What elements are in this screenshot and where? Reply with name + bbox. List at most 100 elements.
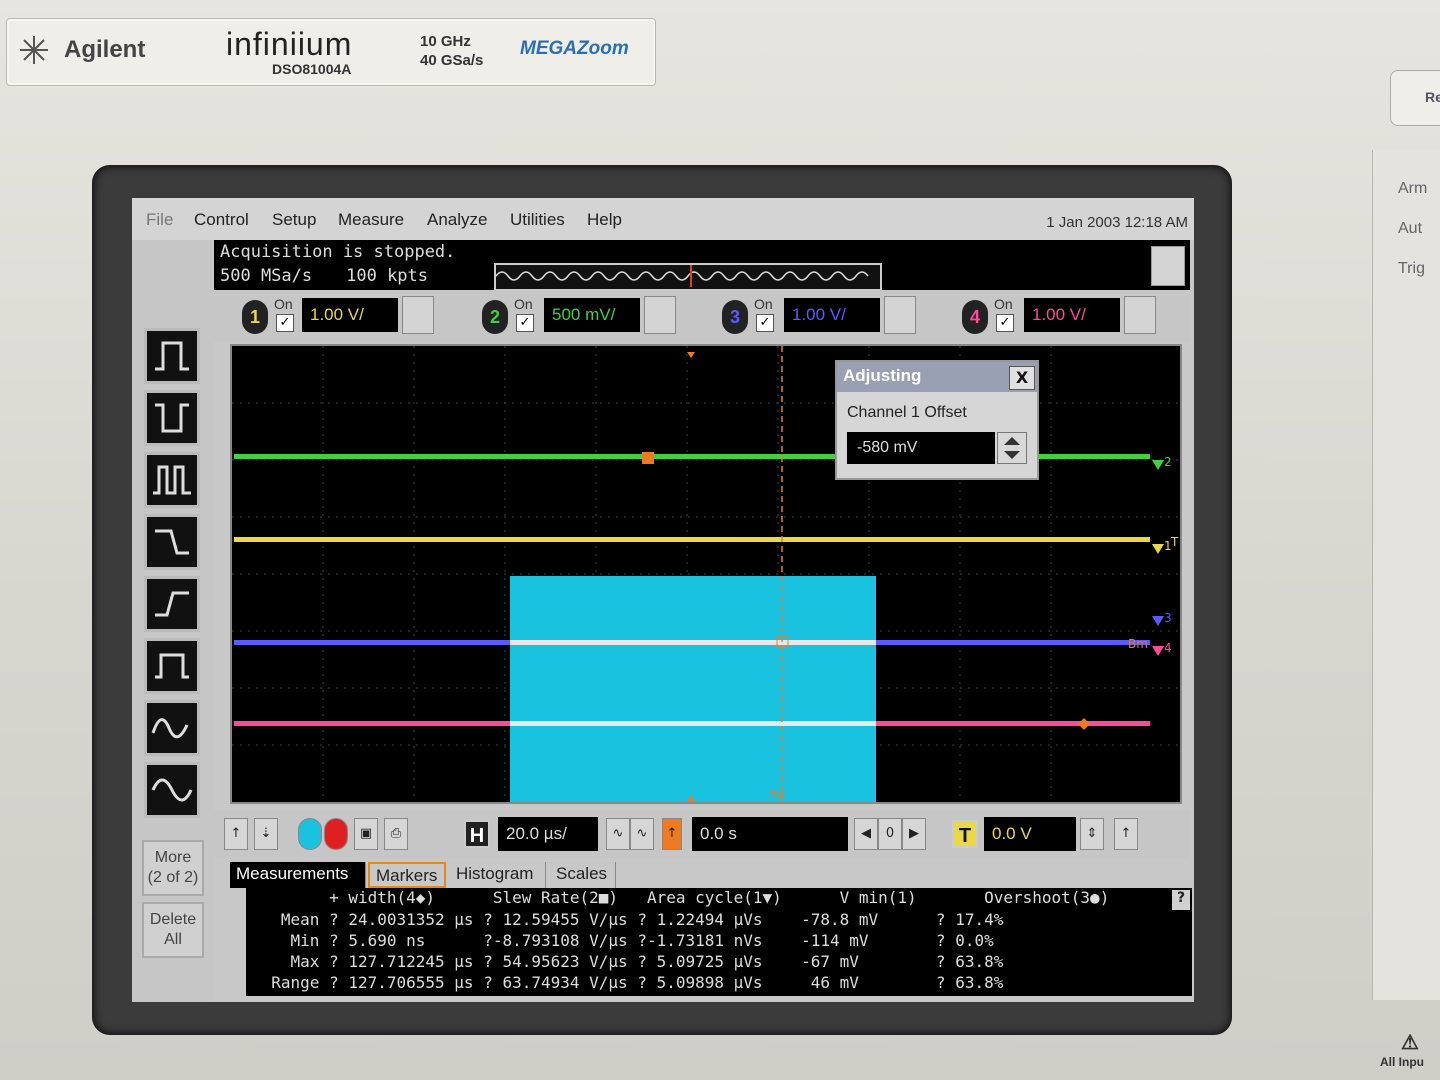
more-button[interactable]: More (2 of 2) [142, 840, 204, 896]
zoom-icon[interactable]: ⇣ [254, 818, 278, 850]
measurement-row-range: Range ? 127.706555 µs ? 63.74934 V/µs ? … [252, 973, 1004, 992]
period-icon[interactable] [144, 452, 200, 508]
position-right-icon[interactable]: ▶ [902, 818, 926, 850]
channel-2-ground-label: 2 [1164, 455, 1172, 469]
marker-bx-label: Bx [770, 787, 785, 801]
channel-3-trace-burst [510, 640, 876, 645]
more-label: More [154, 849, 192, 866]
measurement-help-button[interactable]: ? [1172, 890, 1190, 910]
channel-1-ground-icon[interactable] [1152, 544, 1164, 554]
minimize-button[interactable] [1151, 246, 1185, 286]
channel-1-adjust[interactable] [402, 296, 434, 334]
trigger-position-top-icon [687, 352, 695, 358]
delete-all-button[interactable]: Delete All [142, 902, 204, 958]
agilent-spark-icon [20, 36, 48, 64]
position-zero-button[interactable]: 0 [878, 818, 902, 850]
menu-analyze[interactable]: Analyze [427, 210, 487, 230]
measurement-tabs: Measurements Markers Histogram Scales [230, 862, 1190, 888]
channel-4-adjust[interactable] [1124, 296, 1156, 334]
channel-3-scale[interactable]: 1.00 V/ [784, 298, 880, 332]
channel-1-badge[interactable]: 1 [242, 300, 268, 334]
timebase-down-icon[interactable]: ∿ [606, 818, 630, 850]
waveform-overview[interactable] [494, 263, 882, 291]
channel-2-badge[interactable]: 2 [482, 300, 508, 334]
fall-time-icon[interactable] [144, 514, 200, 570]
warning-icon: ⚠ [1401, 1032, 1419, 1054]
channel-2-ground-icon[interactable] [1152, 460, 1164, 470]
trigger-level-field[interactable]: 0.0 V [984, 817, 1076, 851]
channel-4-badge[interactable]: 4 [962, 300, 988, 334]
channel-4-checkbox[interactable]: ✓ [996, 314, 1014, 332]
channel-4-trace-burst [510, 721, 876, 726]
amplitude-icon[interactable] [144, 638, 200, 694]
measurement-header: + width(4◆) Slew Rate(2■) Area cycle(1▼)… [252, 888, 1110, 907]
tab-measurements[interactable]: Measurements [230, 862, 366, 888]
channel-1-scale[interactable]: 1.00 V/ [302, 298, 398, 332]
tab-histogram[interactable]: Histogram [450, 862, 546, 888]
adjusting-dialog: Adjusting X Channel 1 Offset -580 mV [835, 360, 1039, 480]
channel-3-on-label: On [754, 296, 773, 312]
channel-3-ground-icon[interactable] [1152, 616, 1164, 626]
tab-scales[interactable]: Scales [550, 862, 616, 888]
stop-icon[interactable] [324, 818, 348, 850]
sine-icon[interactable] [144, 762, 200, 818]
trigger-icon[interactable]: T [952, 820, 978, 848]
run-icon[interactable] [298, 818, 322, 850]
timebase-field[interactable]: 20.0 µs/ [498, 817, 598, 851]
channel-4-ground-icon[interactable] [1152, 646, 1164, 656]
scroll-up-icon[interactable]: ↑ [224, 818, 248, 850]
channel-3-trace-right [876, 640, 1150, 645]
dialog-close-button[interactable]: X [1009, 366, 1035, 390]
menu-setup[interactable]: Setup [272, 210, 316, 230]
pulse-width-negative-icon[interactable] [144, 390, 200, 446]
channel-4-trace-right [876, 721, 1150, 726]
channel-3-adjust[interactable] [884, 296, 916, 334]
measurement-scrollbar[interactable] [222, 888, 246, 996]
channel-1-number: 1 [249, 307, 260, 327]
channel-2-scale[interactable]: 500 mV/ [544, 298, 640, 332]
scope-display: File Control Setup Measure Analyze Utili… [132, 198, 1194, 1002]
pulse-width-positive-icon[interactable] [144, 328, 200, 384]
scroll-top-icon[interactable]: ↑ [1114, 818, 1138, 850]
offset-spinner[interactable] [997, 432, 1027, 464]
measurement-row-min: Min ? 5.690 ns ?-8.793108 V/µs ?-1.73181… [252, 931, 994, 950]
menu-utilities[interactable]: Utilities [510, 210, 565, 230]
channel-4-ground-label: 4 [1164, 641, 1172, 655]
rise-time-icon[interactable] [144, 576, 200, 632]
print-icon[interactable]: ⎙ [384, 818, 408, 850]
offset-value-field[interactable]: -580 mV [847, 432, 995, 464]
channel-3-trace-left [234, 640, 510, 645]
channel-2-number: 2 [489, 307, 500, 327]
brand-spec: 10 GHz 40 GSa/s [420, 32, 483, 70]
channel-2-adjust[interactable] [644, 296, 676, 334]
channel-4-trace-left [234, 721, 510, 726]
horizontal-icon[interactable]: H [464, 820, 490, 848]
menu-file[interactable]: File [146, 210, 173, 230]
trigger-origin-icon[interactable]: ↑ [662, 818, 682, 850]
menu-control[interactable]: Control [194, 210, 249, 230]
side-hardware-button[interactable]: Re [1390, 70, 1440, 126]
position-left-icon[interactable]: ◀ [854, 818, 878, 850]
acquisition-status: Acquisition is stopped. 500 MSa/s 100 kpt… [214, 240, 1190, 291]
channel-3-ground-label: 3 [1164, 611, 1172, 625]
channel-3-badge[interactable]: 3 [722, 300, 748, 334]
peak-to-peak-icon[interactable] [144, 700, 200, 756]
menu-help[interactable]: Help [587, 210, 622, 230]
channel-4-scale[interactable]: 1.00 V/ [1024, 298, 1120, 332]
channel-bar: 1 On ✓ 1.00 V/ 2 On ✓ 500 mV/ 3 On ✓ 1.0… [214, 290, 1190, 342]
single-icon[interactable]: ▣ [354, 818, 378, 850]
channel-3-checkbox[interactable]: ✓ [756, 314, 774, 332]
acquisition-state: Acquisition is stopped. [220, 242, 456, 262]
acquisition-settings: 500 MSa/s 100 kpts [220, 266, 428, 286]
channel-2-checkbox[interactable]: ✓ [516, 314, 534, 332]
channel-4-on-label: On [994, 296, 1013, 312]
dialog-title: Adjusting [837, 362, 1037, 392]
waveform-display[interactable]: Bx Bm 2 1 T 3 4 [230, 344, 1182, 804]
menu-measure[interactable]: Measure [338, 210, 404, 230]
channel-1-checkbox[interactable]: ✓ [276, 314, 294, 332]
brand-bandwidth: 10 GHz [420, 33, 471, 50]
trigger-level-spinner[interactable]: ⇕ [1080, 818, 1104, 850]
horizontal-position-field[interactable]: 0.0 s [692, 817, 848, 851]
tab-markers[interactable]: Markers [368, 862, 446, 888]
timebase-up-icon[interactable]: ∿ [630, 818, 654, 850]
